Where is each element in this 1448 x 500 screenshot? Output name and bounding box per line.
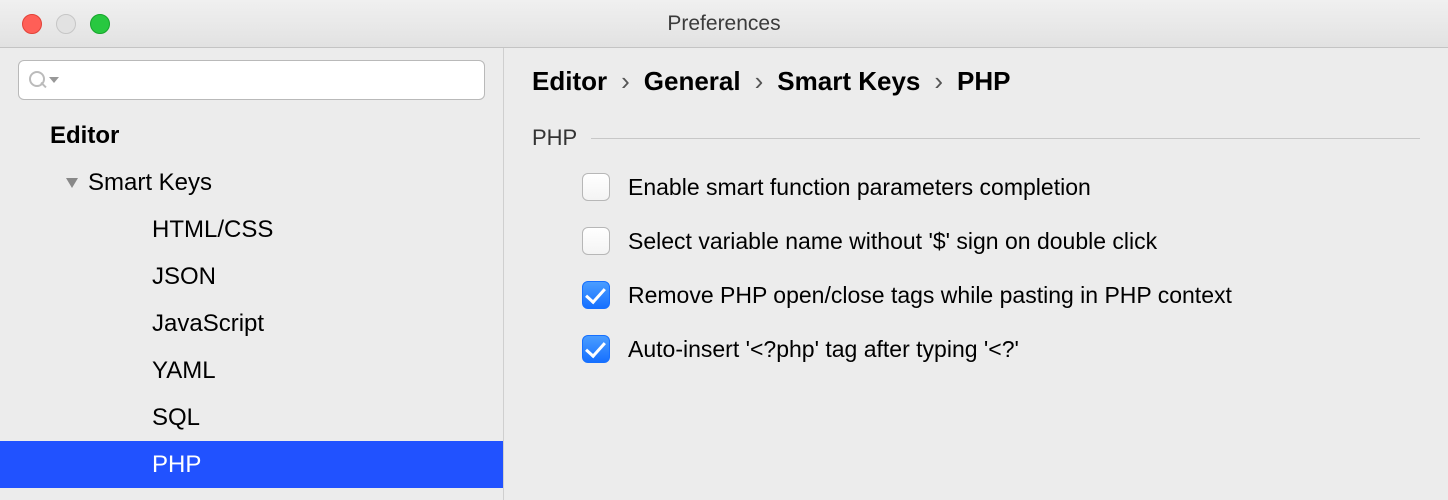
tree-label: HTML/CSS xyxy=(152,216,273,244)
chevron-right-icon: › xyxy=(934,66,943,97)
sidebar: Editor Smart Keys HTML/CSS JSON JavaScri… xyxy=(0,48,504,500)
traffic-lights xyxy=(22,14,110,34)
breadcrumb-item[interactable]: PHP xyxy=(957,66,1010,97)
close-window-button[interactable] xyxy=(22,14,42,34)
tree-item-htmlcss[interactable]: HTML/CSS xyxy=(0,206,503,253)
section-title: PHP xyxy=(532,125,577,151)
tree-label: Editor xyxy=(50,122,119,150)
minimize-window-button[interactable] xyxy=(56,14,76,34)
tree-item-yaml[interactable]: YAML xyxy=(0,347,503,394)
chevron-down-icon[interactable] xyxy=(66,178,78,188)
breadcrumb-item[interactable]: Smart Keys xyxy=(777,66,920,97)
divider xyxy=(591,138,1420,139)
search-field[interactable] xyxy=(18,60,485,100)
options-list: Enable smart function parameters complet… xyxy=(532,173,1420,363)
main-panel: Editor › General › Smart Keys › PHP PHP … xyxy=(504,48,1448,500)
tree-label: YAML xyxy=(152,357,216,385)
chevron-down-icon[interactable] xyxy=(49,77,59,83)
search-input[interactable] xyxy=(63,69,474,92)
option-label: Remove PHP open/close tags while pasting… xyxy=(628,282,1232,309)
chevron-right-icon: › xyxy=(755,66,764,97)
checkbox[interactable] xyxy=(582,281,610,309)
tree-label: JSON xyxy=(152,263,216,291)
settings-tree: Editor Smart Keys HTML/CSS JSON JavaScri… xyxy=(0,112,503,500)
option-remove-tags[interactable]: Remove PHP open/close tags while pasting… xyxy=(582,281,1420,309)
tree-item-json[interactable]: JSON xyxy=(0,253,503,300)
tree-label: SQL xyxy=(152,404,200,432)
tree-smart-keys[interactable]: Smart Keys xyxy=(0,159,503,206)
breadcrumb: Editor › General › Smart Keys › PHP xyxy=(532,66,1420,97)
chevron-right-icon: › xyxy=(621,66,630,97)
window-title: Preferences xyxy=(667,12,780,36)
option-auto-insert[interactable]: Auto-insert '<?php' tag after typing '<?… xyxy=(582,335,1420,363)
zoom-window-button[interactable] xyxy=(90,14,110,34)
tree-label: Smart Keys xyxy=(88,169,212,197)
option-label: Select variable name without '$' sign on… xyxy=(628,228,1157,255)
option-label: Enable smart function parameters complet… xyxy=(628,174,1091,201)
search-wrap xyxy=(0,48,503,112)
checkbox[interactable] xyxy=(582,227,610,255)
search-icon xyxy=(29,71,47,89)
tree-item-javascript[interactable]: JavaScript xyxy=(0,300,503,347)
tree-label: JavaScript xyxy=(152,310,264,338)
breadcrumb-item[interactable]: Editor xyxy=(532,66,607,97)
breadcrumb-item[interactable]: General xyxy=(644,66,741,97)
section-header: PHP xyxy=(532,125,1420,151)
checkbox[interactable] xyxy=(582,335,610,363)
content: Editor Smart Keys HTML/CSS JSON JavaScri… xyxy=(0,48,1448,500)
option-smart-params[interactable]: Enable smart function parameters complet… xyxy=(582,173,1420,201)
tree-label: PHP xyxy=(152,451,201,479)
option-select-variable[interactable]: Select variable name without '$' sign on… xyxy=(582,227,1420,255)
tree-item-php[interactable]: PHP xyxy=(0,441,503,488)
tree-item-sql[interactable]: SQL xyxy=(0,394,503,441)
titlebar: Preferences xyxy=(0,0,1448,48)
checkbox[interactable] xyxy=(582,173,610,201)
tree-editor[interactable]: Editor xyxy=(0,112,503,159)
option-label: Auto-insert '<?php' tag after typing '<?… xyxy=(628,336,1019,363)
